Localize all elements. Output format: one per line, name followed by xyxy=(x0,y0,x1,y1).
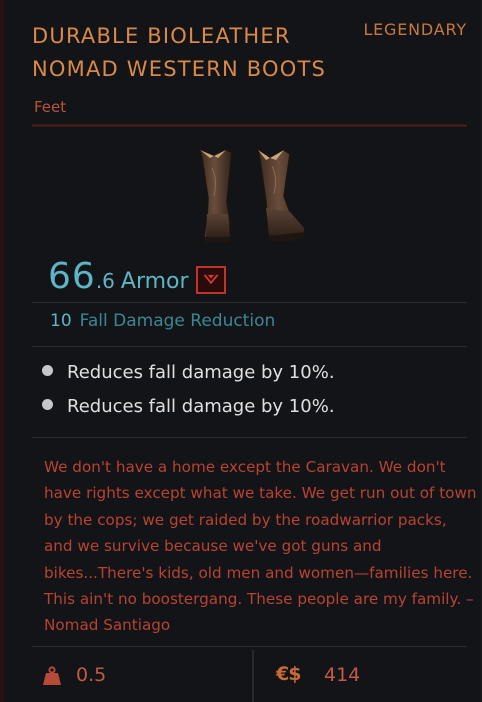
armor-value: 66.6 Armor xyxy=(48,256,189,297)
stat-label: Fall Damage Reduction xyxy=(79,311,276,331)
stat-fall-damage-reduction: 10 Fall Damage Reduction xyxy=(50,311,275,331)
bullet-icon xyxy=(42,365,53,376)
price-value: 414 xyxy=(324,664,361,686)
footer-separator xyxy=(252,650,254,702)
mod-line: Reduces fall damage by 10%. xyxy=(42,362,335,383)
eurodollar-icon: €$ xyxy=(276,663,301,685)
lore-text: We don't have a home except the Caravan.… xyxy=(44,458,477,635)
bullet-icon xyxy=(42,399,53,410)
item-name-line1: DURABLE BIOLEATHER xyxy=(32,24,291,48)
stat-decrease-icon xyxy=(196,266,226,294)
mod-text: Reduces fall damage by 10%. xyxy=(67,362,335,383)
item-slot: Feet xyxy=(34,98,67,116)
header-divider xyxy=(32,124,467,127)
item-footer: 0.5 €$ 414 xyxy=(4,650,481,702)
mod-text: Reduces fall damage by 10%. xyxy=(67,396,335,417)
rarity-label: LEGENDARY xyxy=(363,20,467,39)
cowboy-boots-icon xyxy=(198,148,305,243)
stat-value: 10 xyxy=(50,311,72,331)
armor-value-int: 66 xyxy=(48,256,96,297)
divider xyxy=(32,302,467,303)
weight-value: 0.5 xyxy=(76,664,107,686)
divider xyxy=(32,346,467,347)
item-name-line2: NOMAD WESTERN BOOTS xyxy=(32,57,327,81)
divider xyxy=(32,646,467,647)
mod-line: Reduces fall damage by 10%. xyxy=(42,396,335,417)
item-tooltip: LEGENDARY DURABLE BIOLEATHER NOMAD WESTE… xyxy=(0,0,482,702)
armor-value-decimal: .6 xyxy=(95,269,115,293)
item-name: DURABLE BIOLEATHER NOMAD WESTERN BOOTS xyxy=(32,20,362,86)
divider xyxy=(32,437,467,438)
weight-icon xyxy=(43,666,61,685)
armor-label: Armor xyxy=(120,269,189,294)
